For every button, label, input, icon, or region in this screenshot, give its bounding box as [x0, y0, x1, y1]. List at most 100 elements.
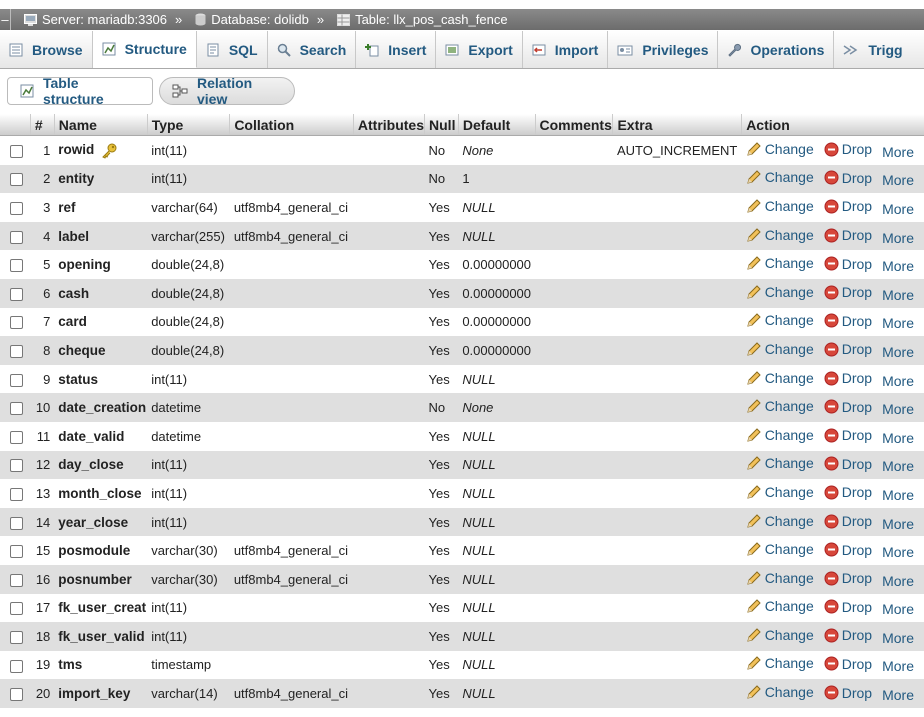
row-checkbox[interactable] — [10, 545, 23, 559]
breadcrumb-table[interactable]: Table: llx_pos_cash_fence — [337, 12, 508, 27]
drop-button[interactable]: Drop — [824, 370, 872, 386]
change-button[interactable]: Change — [746, 312, 814, 328]
more-button[interactable]: More — [882, 487, 914, 503]
more-button[interactable]: More — [882, 458, 914, 474]
change-button[interactable]: Change — [746, 598, 814, 614]
row-checkbox[interactable] — [10, 516, 23, 530]
more-button[interactable]: More — [882, 287, 914, 303]
more-button[interactable]: More — [882, 630, 914, 646]
tab-insert[interactable]: Insert — [356, 31, 437, 68]
more-button[interactable]: More — [882, 172, 914, 188]
drop-button[interactable]: Drop — [824, 656, 872, 672]
change-button[interactable]: Change — [746, 484, 814, 500]
row-checkbox[interactable] — [10, 287, 23, 301]
tab-search[interactable]: Search — [268, 31, 357, 68]
change-button[interactable]: Change — [746, 255, 814, 271]
column-header[interactable]: Comments — [535, 114, 614, 136]
drop-button[interactable]: Drop — [824, 484, 872, 500]
row-checkbox[interactable] — [10, 688, 23, 702]
change-button[interactable]: Change — [746, 427, 814, 443]
more-button[interactable]: More — [882, 230, 914, 246]
drop-button[interactable]: Drop — [824, 399, 872, 415]
drop-button[interactable]: Drop — [824, 227, 872, 243]
tab-export[interactable]: Export — [436, 31, 523, 68]
change-button[interactable]: Change — [746, 398, 814, 414]
drop-button[interactable]: Drop — [824, 685, 872, 701]
tab-sql[interactable]: SQL — [197, 31, 268, 68]
change-button[interactable]: Change — [746, 684, 814, 700]
drop-button[interactable]: Drop — [824, 542, 872, 558]
drop-button[interactable]: Drop — [824, 341, 872, 357]
more-button[interactable]: More — [882, 201, 914, 217]
change-button[interactable]: Change — [746, 198, 814, 214]
row-checkbox[interactable] — [10, 230, 23, 244]
tab-privileges[interactable]: Privileges — [608, 31, 719, 68]
more-button[interactable]: More — [882, 373, 914, 389]
tab-triggers[interactable]: Trigg — [834, 31, 911, 68]
subtab-relation-view[interactable]: Relation view — [159, 75, 295, 107]
row-checkbox[interactable] — [10, 344, 23, 358]
row-checkbox[interactable] — [10, 259, 23, 273]
column-header[interactable]: Extra — [612, 114, 743, 136]
change-button[interactable]: Change — [746, 655, 814, 671]
change-button[interactable]: Change — [746, 455, 814, 471]
row-checkbox[interactable] — [10, 630, 23, 644]
more-button[interactable]: More — [882, 544, 914, 560]
change-button[interactable]: Change — [746, 370, 814, 386]
row-checkbox[interactable] — [10, 573, 23, 587]
drop-button[interactable]: Drop — [824, 170, 872, 186]
row-checkbox[interactable] — [10, 402, 23, 416]
row-checkbox[interactable] — [10, 173, 23, 187]
row-checkbox[interactable] — [10, 430, 23, 444]
drop-button[interactable]: Drop — [824, 256, 872, 272]
drop-button[interactable]: Drop — [824, 141, 872, 157]
drop-button[interactable]: Drop — [824, 599, 872, 615]
row-checkbox[interactable] — [10, 373, 23, 387]
more-button[interactable]: More — [882, 258, 914, 274]
change-button[interactable]: Change — [746, 513, 814, 529]
row-checkbox[interactable] — [10, 459, 23, 473]
drop-button[interactable]: Drop — [824, 284, 872, 300]
collapse-handle[interactable]: – — [0, 9, 11, 30]
column-header[interactable]: Collation — [229, 114, 354, 136]
change-button[interactable]: Change — [746, 169, 814, 185]
drop-button[interactable]: Drop — [824, 313, 872, 329]
row-checkbox[interactable] — [10, 659, 23, 673]
drop-button[interactable]: Drop — [824, 570, 872, 586]
drop-button[interactable]: Drop — [824, 513, 872, 529]
column-header[interactable]: Null — [424, 114, 459, 136]
more-button[interactable]: More — [882, 144, 914, 160]
more-button[interactable]: More — [882, 401, 914, 417]
tab-operations[interactable]: Operations — [718, 31, 835, 68]
tab-browse[interactable]: Browse — [0, 31, 93, 68]
row-checkbox[interactable] — [10, 316, 23, 330]
more-button[interactable]: More — [882, 658, 914, 674]
more-button[interactable]: More — [882, 601, 914, 617]
change-button[interactable]: Change — [746, 284, 814, 300]
more-button[interactable]: More — [882, 430, 914, 446]
drop-button[interactable]: Drop — [824, 627, 872, 643]
more-button[interactable]: More — [882, 315, 914, 331]
drop-button[interactable]: Drop — [824, 456, 872, 472]
row-checkbox[interactable] — [10, 487, 23, 501]
more-button[interactable]: More — [882, 573, 914, 589]
breadcrumb-database[interactable]: Database: dolidb — [195, 12, 309, 27]
row-checkbox[interactable] — [10, 602, 23, 616]
drop-button[interactable]: Drop — [824, 198, 872, 214]
more-button[interactable]: More — [882, 516, 914, 532]
column-header[interactable]: Name — [54, 114, 148, 136]
column-header[interactable]: Type — [147, 114, 231, 136]
column-header[interactable]: Default — [458, 114, 536, 136]
breadcrumb-server[interactable]: Server: mariadb:3306 — [24, 12, 167, 27]
column-header[interactable]: Attributes — [353, 114, 426, 136]
drop-button[interactable]: Drop — [824, 427, 872, 443]
subtab-table-structure[interactable]: Table structure — [7, 75, 153, 107]
row-checkbox[interactable] — [10, 202, 23, 216]
change-button[interactable]: Change — [746, 570, 814, 586]
change-button[interactable]: Change — [746, 541, 814, 557]
tab-structure[interactable]: Structure — [92, 31, 197, 68]
more-button[interactable]: More — [882, 344, 914, 360]
more-button[interactable]: More — [882, 687, 914, 703]
row-checkbox[interactable] — [10, 144, 23, 158]
tab-import[interactable]: Import — [523, 31, 609, 68]
